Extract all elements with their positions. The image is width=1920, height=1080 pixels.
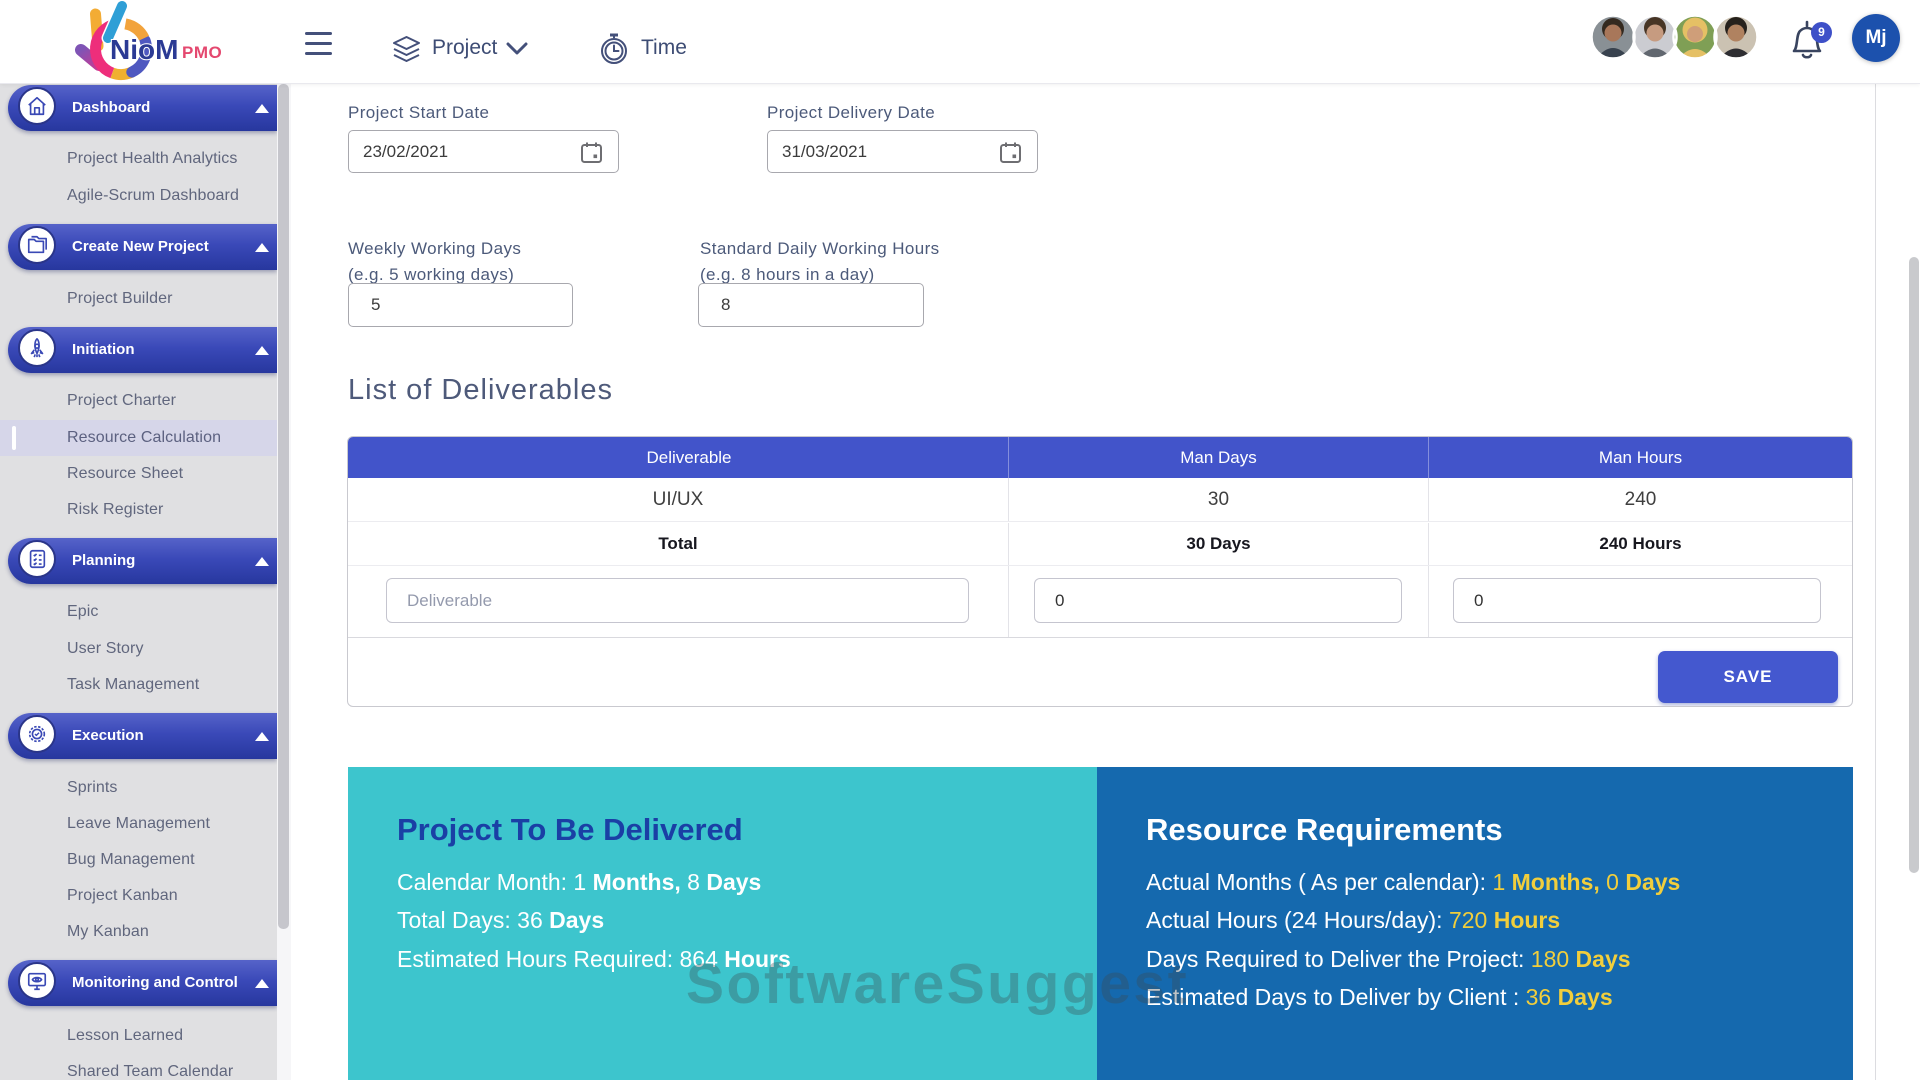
svg-text:NioM: NioM [110, 34, 178, 65]
svg-text:PMO: PMO [182, 43, 222, 62]
